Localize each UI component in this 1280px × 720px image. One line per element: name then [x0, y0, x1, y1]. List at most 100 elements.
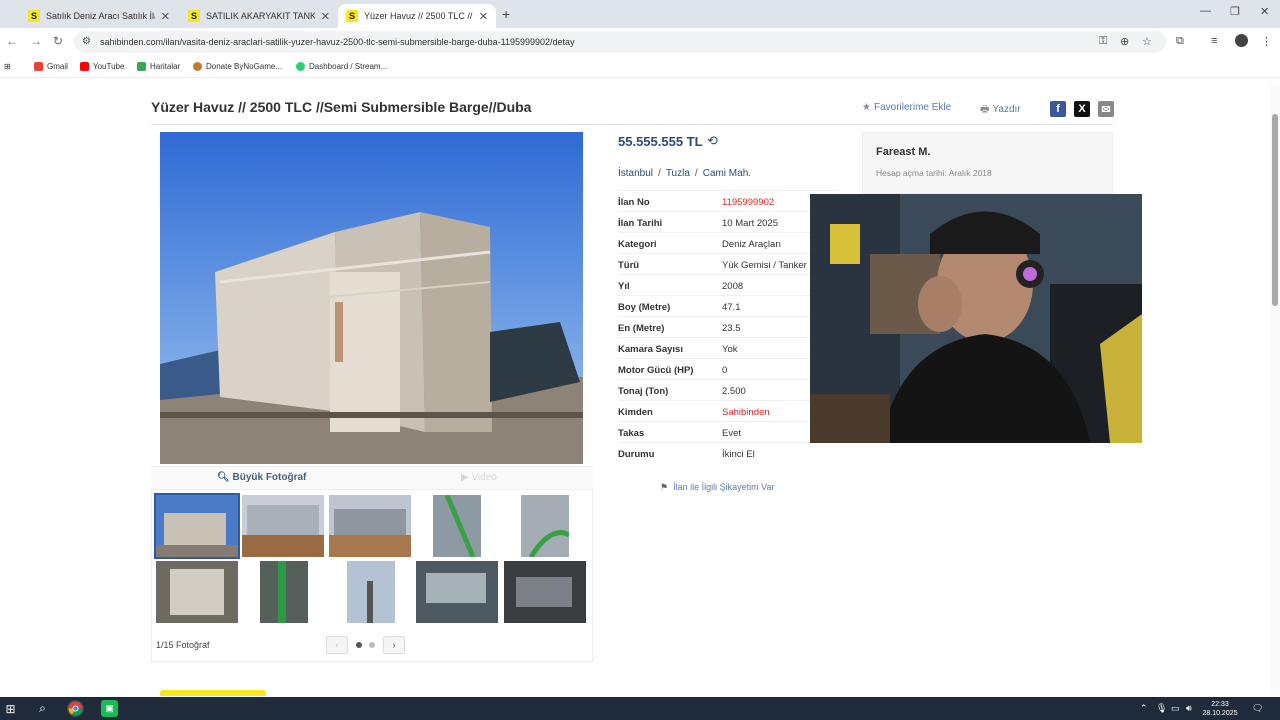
app-icon[interactable]: ▣: [101, 700, 118, 717]
seller-name[interactable]: Fareast M.: [876, 146, 930, 158]
zoom-icon[interactable]: ⊕: [1120, 35, 1129, 48]
address-bar[interactable]: ⚙ sahibinden.com/ilan/vasita-deniz-aracl…: [74, 31, 1166, 53]
detail-row: Kimden Sahibinden: [618, 400, 838, 421]
close-icon[interactable]: ✕: [161, 10, 170, 23]
bookmark-youtube[interactable]: YouTube: [80, 62, 124, 71]
new-tab-button[interactable]: +: [502, 6, 510, 22]
print-link[interactable]: 🖶 Yazdır: [980, 102, 1021, 119]
browser-toolbar: ← → ↻ ⚙ sahibinden.com/ilan/vasita-deniz…: [0, 28, 1280, 56]
system-clock[interactable]: 22:33 28.10.2025: [1200, 700, 1240, 718]
bookmark-gmail[interactable]: Gmail: [34, 62, 68, 71]
flag-icon: ⚑: [660, 482, 669, 492]
microphone-icon[interactable]: 🎙︎: [1156, 703, 1167, 714]
thumbnail-photo[interactable]: [260, 561, 308, 623]
thumbnail-photo[interactable]: [329, 495, 411, 557]
bookmark-star-icon[interactable]: ☆: [1142, 35, 1152, 48]
minimize-icon[interactable]: —: [1200, 5, 1211, 17]
detail-row: Tonaj (Ton) 2.500: [618, 379, 838, 400]
thumbnail-photo[interactable]: [347, 561, 395, 623]
report-listing-link[interactable]: ⚑ İlan ile İlgili Şikayetim Var: [660, 482, 774, 493]
clock-time: 22:33: [1211, 701, 1229, 708]
big-photo-button[interactable]: 🔍︎ Büyük Fotoğraf: [217, 472, 306, 483]
location-district-link[interactable]: Tuzla: [666, 168, 690, 179]
next-page-button[interactable]: ›: [383, 636, 405, 654]
thumbnail-photo[interactable]: [433, 495, 481, 557]
bookmarks-bar: ⊞ Gmail YouTube Haritalar Donate ByNoGam…: [0, 56, 1280, 78]
listing-price: 55.555.555 TL: [618, 134, 703, 149]
bookmark-maps[interactable]: Haritalar: [137, 62, 180, 71]
detail-row: Türü Yük Gemisi / Tanker: [618, 253, 838, 274]
x-share-icon[interactable]: X: [1074, 101, 1090, 117]
tab-title: SATILIK AKARYAKIT TANKERİ - Yüz: [206, 11, 315, 21]
browser-tab-strip: S Satılık Deniz Aracı Satılık İlanları ✕…: [0, 0, 1280, 28]
thumbnail-photo[interactable]: [154, 493, 240, 559]
page-scrollbar-thumb[interactable]: [1272, 114, 1278, 306]
dashboard-icon: [296, 62, 305, 71]
window-close-icon[interactable]: ✕: [1260, 5, 1269, 18]
search-icon[interactable]: ⌕: [34, 700, 51, 717]
thumbnail-photo[interactable]: [156, 561, 238, 623]
network-icon[interactable]: ▭: [1171, 703, 1180, 714]
tab-2[interactable]: S SATILIK AKARYAKIT TANKERİ - Yüz ✕: [180, 4, 338, 28]
tab-1[interactable]: S Satılık Deniz Aracı Satılık İlanları ✕: [20, 4, 178, 28]
close-icon[interactable]: ✕: [479, 10, 488, 23]
detail-row: İlan Tarihi 10 Mart 2025: [618, 211, 838, 232]
page-dot[interactable]: [369, 642, 375, 648]
gallery-toolbar: 🔍︎ Büyük Fotoğraf ▶ Video: [151, 466, 593, 490]
seller-member-since: Hesap açma tarihi: Aralık 2018: [876, 168, 992, 178]
main-listing-photo[interactable]: [160, 132, 583, 464]
password-key-icon[interactable]: ⚿: [1099, 35, 1107, 48]
detail-row: İlan No 1195999902: [618, 190, 838, 211]
photo-counter: 1/15 Fotoğraf: [156, 640, 210, 650]
location-neighborhood-link[interactable]: Cami Mah.: [703, 168, 751, 179]
chrome-icon[interactable]: [67, 700, 84, 717]
sahibinden-favicon-icon: S: [28, 10, 40, 22]
price-history-icon[interactable]: ⟲: [707, 133, 718, 149]
forward-arrow-icon[interactable]: →: [30, 34, 42, 48]
tab-3-active[interactable]: S Yüzer Havuz // 2500 TLC //Semi ✕: [338, 4, 496, 28]
thumbnail-photo[interactable]: [416, 561, 498, 623]
star-icon: ★: [862, 102, 871, 113]
location-city-link[interactable]: İstanbul: [618, 168, 653, 179]
page-dot-active[interactable]: [356, 642, 362, 648]
sahibinden-favicon-icon: S: [346, 10, 358, 22]
restore-icon[interactable]: ❐: [1230, 5, 1240, 18]
bookmark-dashboard[interactable]: Dashboard / Stream...: [296, 62, 387, 71]
detail-row: Yıl 2008: [618, 274, 838, 295]
tab-title: Satılık Deniz Aracı Satılık İlanları: [46, 11, 155, 21]
detail-row: Boy (Metre) 47.1: [618, 295, 838, 316]
facebook-share-icon[interactable]: f: [1050, 101, 1066, 117]
bookmark-bynogame[interactable]: Donate ByNoGame...: [193, 62, 282, 71]
apps-grid-icon[interactable]: ⊞: [4, 62, 11, 71]
profile-avatar[interactable]: [1235, 34, 1248, 47]
close-icon[interactable]: ✕: [321, 10, 330, 23]
previous-page-button[interactable]: ‹: [326, 636, 348, 654]
reload-icon[interactable]: ↻: [53, 34, 63, 48]
thumbnail-photo[interactable]: [521, 495, 569, 557]
tray-chevron-icon[interactable]: ⌃: [1140, 703, 1148, 714]
thumbnail-photo[interactable]: [504, 561, 586, 623]
gmail-icon: [34, 62, 43, 71]
browser-menu-icon[interactable]: ⋮: [1261, 35, 1272, 48]
detail-row: Durumu İkinci El: [618, 442, 838, 463]
url-text: sahibinden.com/ilan/vasita-deniz-araclar…: [100, 37, 575, 47]
yellow-action-button[interactable]: [160, 690, 266, 696]
media-queue-icon[interactable]: ≡: [1211, 35, 1217, 47]
extensions-puzzle-icon[interactable]: ⧉: [1176, 35, 1184, 48]
volume-icon[interactable]: 🔊︎: [1186, 703, 1192, 714]
bynogame-icon: [193, 62, 202, 71]
maps-icon: [137, 62, 146, 71]
windows-start-icon[interactable]: ⊞: [2, 700, 19, 717]
divider: [151, 124, 1113, 125]
play-icon: ▶: [461, 472, 472, 483]
add-favorites-link[interactable]: ★ Favorilerime Ekle: [862, 102, 951, 113]
email-share-icon[interactable]: ✉: [1098, 101, 1114, 117]
back-arrow-icon[interactable]: ←: [6, 34, 18, 48]
notification-icon[interactable]: 🗨︎: [1252, 703, 1263, 714]
video-button[interactable]: ▶ Video: [461, 472, 497, 483]
windows-taskbar: ⊞ ⌕ ▣: [0, 697, 1280, 720]
site-settings-icon[interactable]: ⚙: [82, 36, 91, 47]
sahibinden-favicon-icon: S: [188, 10, 200, 22]
detail-row: Motor Gücü (HP) 0: [618, 358, 838, 379]
thumbnail-photo[interactable]: [242, 495, 324, 557]
